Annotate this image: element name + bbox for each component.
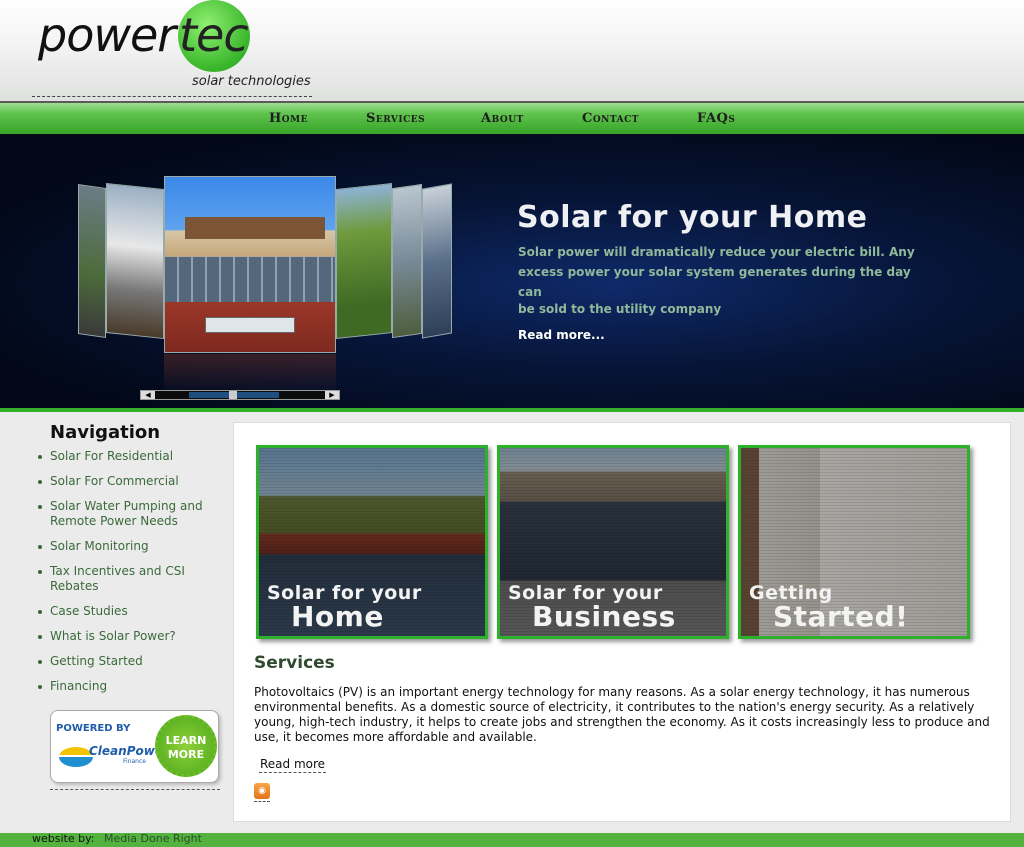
hero-read-more-link[interactable]: Read more...	[518, 328, 605, 342]
nav-home[interactable]: Home	[269, 111, 308, 126]
nav-faqs[interactable]: FAQs	[697, 111, 735, 126]
carousel-slide[interactable]	[422, 183, 452, 339]
tile-started-line2: Started!	[773, 600, 909, 633]
sidebar-title: Navigation	[50, 422, 161, 443]
hero-text: Solar power will dramatically reduce you…	[518, 245, 915, 299]
main-nav: Home Services About Contact FAQs	[0, 101, 1024, 134]
nav-contact[interactable]: Contact	[582, 111, 639, 126]
sidebar-item-water-pumping[interactable]: Solar Water Pumping and Remote Power Nee…	[36, 499, 226, 529]
carousel-slide[interactable]	[336, 183, 392, 339]
logo-word-power: power	[38, 8, 176, 62]
hero-text-continued: be sold to the utility company	[518, 302, 722, 316]
learn-more-badge[interactable]: LEARN MORE	[155, 715, 217, 777]
sidebar-item-monitoring[interactable]: Solar Monitoring	[36, 539, 226, 554]
sidebar-item-case-studies[interactable]: Case Studies	[36, 604, 226, 619]
carousel-reflection	[164, 354, 336, 394]
services-heading: Services	[254, 653, 335, 673]
tile-solar-business[interactable]: Solar for your Business	[497, 445, 729, 639]
logo-word-tec: tec	[179, 8, 249, 62]
footer-credit-link[interactable]: Media Done Right	[104, 832, 202, 845]
services-read-more-link[interactable]: Read more	[259, 757, 327, 773]
image-carousel[interactable]	[78, 176, 458, 406]
learn-more-line1: LEARN	[165, 734, 207, 747]
carousel-scrollbar[interactable]: ◀ ▶	[140, 390, 340, 400]
nav-about[interactable]: About	[481, 111, 524, 126]
building-image-detail	[185, 217, 325, 239]
site-header: power tec solar technologies	[0, 0, 1024, 101]
sidebar-item-solar-residential[interactable]: Solar For Residential	[36, 449, 226, 464]
logo[interactable]: power tec solar technologies	[32, 0, 312, 97]
carousel-slide[interactable]	[392, 183, 422, 339]
main-content: Solar for your Home Solar for your Busin…	[233, 422, 1011, 822]
tile-getting-started[interactable]: Getting Started!	[738, 445, 970, 639]
cleanpower-logo-icon	[59, 747, 93, 767]
sidebar-item-tax-incentives[interactable]: Tax Incentives and CSI Rebates	[36, 564, 226, 594]
rss-icon[interactable]: ◉	[254, 783, 270, 799]
rss-underline	[254, 801, 270, 802]
sidebar-item-solar-commercial[interactable]: Solar For Commercial	[36, 474, 226, 489]
sidebar-item-financing[interactable]: Financing	[36, 679, 226, 694]
powered-by-label: POWERED BY	[56, 723, 131, 734]
sidebar-divider	[50, 789, 220, 790]
sidebar-nav-list: Solar For Residential Solar For Commerci…	[36, 449, 226, 704]
sidebar-item-getting-started[interactable]: Getting Started	[36, 654, 226, 669]
sidebar-item-what-is-solar[interactable]: What is Solar Power?	[36, 629, 226, 644]
footer-credit-label: website by:	[32, 832, 95, 845]
hero-divider	[0, 408, 1024, 412]
tile-home-line2: Home	[291, 600, 384, 633]
scroll-left-icon[interactable]: ◀	[141, 391, 155, 399]
tile-solar-home[interactable]: Solar for your Home	[256, 445, 488, 639]
carousel-slide[interactable]	[106, 182, 164, 340]
solar-panels-image-detail	[165, 257, 335, 302]
tile-business-line2: Business	[532, 600, 676, 633]
services-paragraph: Photovoltaics (PV) is an important energ…	[254, 685, 990, 744]
carousel-slide-active[interactable]	[164, 176, 336, 353]
nav-services[interactable]: Services	[366, 111, 425, 126]
scroll-right-icon[interactable]: ▶	[325, 391, 339, 399]
learn-more-line2: MORE	[167, 748, 205, 761]
cleanpower-brand-sub: Finance	[123, 758, 146, 765]
hero-title: Solar for your Home	[517, 200, 868, 235]
carousel-slide[interactable]	[78, 184, 106, 338]
cleanpower-banner[interactable]: POWERED BY CleanPower Finance LEARN MORE	[50, 710, 219, 783]
logo-subtitle: solar technologies	[192, 74, 311, 89]
scroll-grip-icon[interactable]	[229, 391, 237, 399]
skylight-image-detail	[205, 317, 295, 333]
